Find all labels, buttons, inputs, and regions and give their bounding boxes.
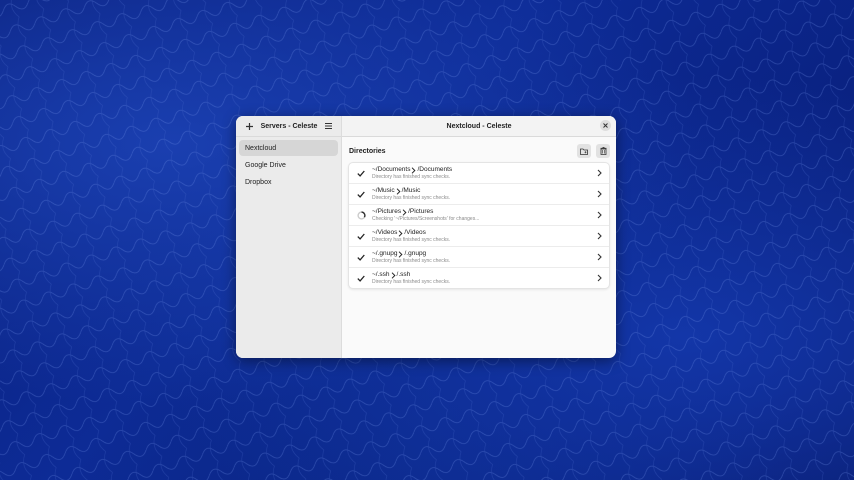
directory-row[interactable]: ~/Music /Music Directory has finished sy… [349,184,609,205]
chevron-right-icon[interactable] [595,168,603,178]
directories-toolbar: Directories [348,143,610,159]
sync-status: Directory has finished sync checks. [372,236,451,243]
directory-row[interactable]: ~/Pictures /Pictures Checking '~/Picture… [349,205,609,226]
checkmark-icon [356,231,366,241]
hamburger-menu-icon[interactable] [322,119,336,133]
arrow-right-icon [402,208,407,216]
checkmark-icon [356,252,366,262]
directories-content: Directories ~/Documents /Documents Direc… [342,137,616,289]
arrow-right-icon [411,166,416,174]
checkmark-icon [356,273,366,283]
chevron-right-icon[interactable] [595,252,603,262]
chevron-right-icon[interactable] [595,189,603,199]
server-list: Nextcloud Google Drive Dropbox [236,137,341,194]
local-path: ~/Music [372,186,395,194]
close-icon[interactable] [600,120,611,131]
local-path: ~/Pictures [372,207,402,215]
arrow-right-icon [391,271,396,279]
sidebar-item-dropbox[interactable]: Dropbox [239,174,338,190]
arrow-right-icon [398,250,403,258]
chevron-right-icon[interactable] [595,210,603,220]
local-path: ~/Videos [372,228,398,236]
directory-row[interactable]: ~/Documents /Documents Directory has fin… [349,163,609,184]
server-label: Google Drive [245,161,286,169]
remote-path: /Documents [417,165,453,173]
remote-path: /Music [401,186,421,194]
main-header: Nextcloud - Celeste [342,116,616,137]
remote-path: /.gnupg [404,249,427,257]
chevron-right-icon[interactable] [595,273,603,283]
section-label: Directories [349,147,386,155]
sidebar-header: Servers - Celeste [236,116,341,137]
main-pane: Nextcloud - Celeste Directories ~/Docume… [342,116,616,358]
add-folder-icon[interactable] [577,144,591,158]
arrow-right-icon [398,229,403,237]
trash-icon[interactable] [596,144,610,158]
directory-list: ~/Documents /Documents Directory has fin… [348,162,610,289]
servers-sidebar: Servers - Celeste Nextcloud Google Drive… [236,116,342,358]
sidebar-title: Servers - Celeste [260,122,318,130]
directory-row[interactable]: ~/Videos /Videos Directory has finished … [349,226,609,247]
local-path: ~/.gnupg [372,249,398,257]
main-title: Nextcloud - Celeste [446,122,512,130]
checkmark-icon [356,189,366,199]
sync-status: Directory has finished sync checks. [372,173,451,180]
directory-row[interactable]: ~/.ssh /.ssh Directory has finished sync… [349,268,609,288]
remote-path: /.ssh [396,270,411,278]
plus-icon[interactable] [242,119,256,133]
sidebar-item-google-drive[interactable]: Google Drive [239,157,338,173]
spinner-icon [356,210,366,220]
local-path: ~/Documents [372,165,411,173]
sync-status: Directory has finished sync checks. [372,257,451,264]
local-path: ~/.ssh [372,270,390,278]
sync-status: Checking '~/Pictures/Screenshots' for ch… [372,215,480,222]
sync-status: Directory has finished sync checks. [372,278,451,285]
arrow-right-icon [396,187,401,195]
directory-row[interactable]: ~/.gnupg /.gnupg Directory has finished … [349,247,609,268]
sidebar-item-nextcloud[interactable]: Nextcloud [239,140,338,156]
remote-path: /Videos [404,228,426,236]
sync-status: Directory has finished sync checks. [372,194,451,201]
chevron-right-icon[interactable] [595,231,603,241]
remote-path: /Pictures [408,207,434,215]
checkmark-icon [356,168,366,178]
server-label: Nextcloud [245,144,277,152]
celeste-window: Servers - Celeste Nextcloud Google Drive… [236,116,616,358]
server-label: Dropbox [245,178,272,186]
